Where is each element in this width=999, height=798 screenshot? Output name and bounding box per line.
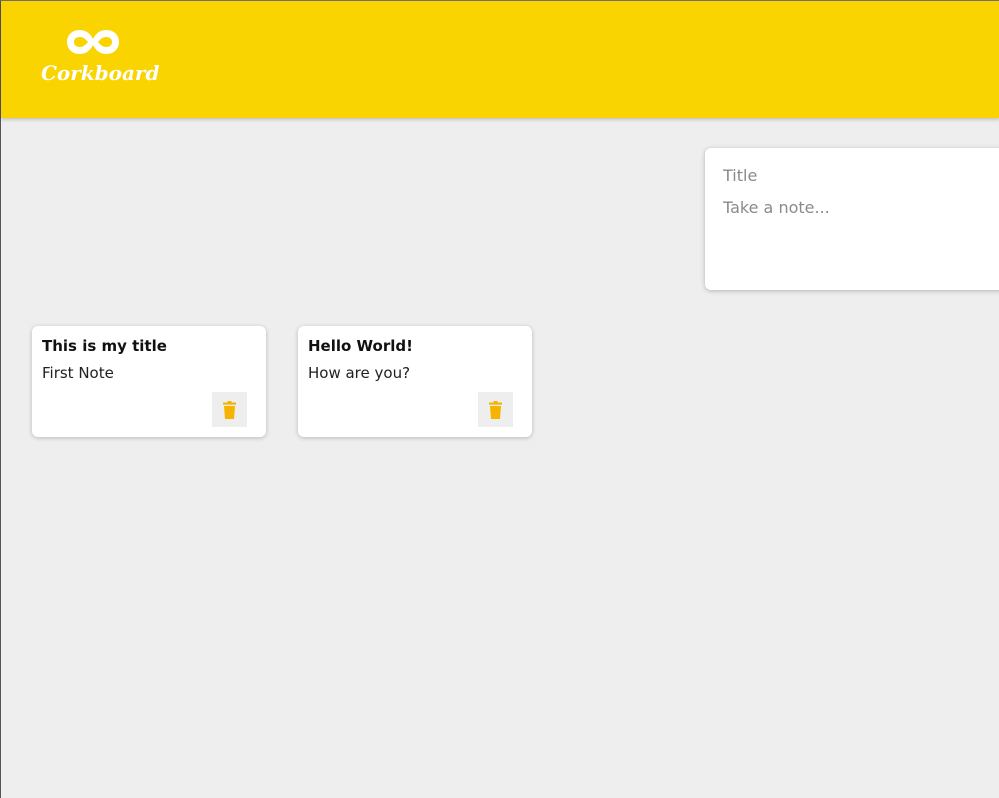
app-header: Corkboard <box>1 1 999 118</box>
note-content: How are you? <box>308 364 411 382</box>
note-title: Hello World! <box>308 337 413 355</box>
trash-icon <box>223 400 236 419</box>
app-window: Corkboard This is my title First Note He… <box>0 0 999 798</box>
note-card: Hello World! How are you? <box>298 326 532 437</box>
infinity-icon <box>67 30 119 54</box>
delete-note-button[interactable] <box>212 392 247 427</box>
note-content: First Note <box>42 364 114 382</box>
trash-icon <box>489 400 502 419</box>
note-card: This is my title First Note <box>32 326 266 437</box>
brand-logo[interactable]: Corkboard <box>41 21 159 96</box>
delete-note-button[interactable] <box>478 392 513 427</box>
create-note-form <box>705 148 999 290</box>
note-title-input[interactable] <box>723 166 983 185</box>
brand-name: Corkboard <box>41 61 160 85</box>
note-content-input[interactable] <box>723 198 983 268</box>
note-title: This is my title <box>42 337 167 355</box>
